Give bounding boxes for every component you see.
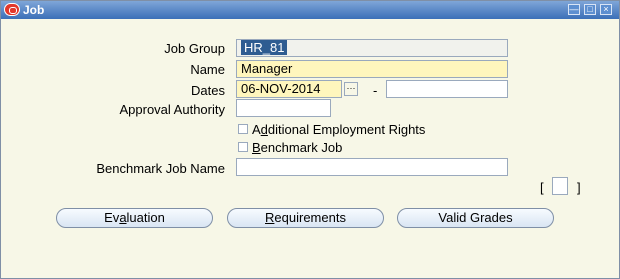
date-from-lov-icon[interactable]: ···: [344, 82, 358, 96]
name-label: Name: [190, 62, 225, 77]
additional-employment-rights-label: Additional Employment Rights: [252, 122, 426, 137]
minimize-icon[interactable]: —: [568, 4, 580, 15]
benchmark-job-checkbox[interactable]: [238, 142, 248, 152]
flex-open-bracket: [: [540, 180, 544, 195]
date-from-field[interactable]: 06-NOV-2014: [236, 80, 342, 98]
oracle-logo-icon: [4, 3, 20, 16]
maximize-icon[interactable]: □: [584, 4, 596, 15]
job-group-label: Job Group: [164, 41, 225, 56]
date-separator: -: [373, 83, 378, 98]
window-title: Job: [23, 3, 45, 17]
title-bar: Job — □ ×: [1, 1, 619, 19]
name-field[interactable]: Manager: [236, 60, 508, 78]
flex-close-bracket: ]: [577, 180, 581, 195]
approval-authority-label: Approval Authority: [119, 102, 225, 117]
close-icon[interactable]: ×: [600, 4, 612, 15]
date-to-field[interactable]: [386, 80, 508, 98]
job-window: Job — □ × Job Group HR_81 Name Manager D…: [0, 0, 620, 279]
benchmark-job-name-field[interactable]: [236, 158, 508, 176]
requirements-button[interactable]: Requirements: [227, 208, 384, 228]
dates-label: Dates: [191, 83, 225, 98]
evaluation-button[interactable]: Evaluation: [56, 208, 213, 228]
valid-grades-button[interactable]: Valid Grades: [397, 208, 554, 228]
benchmark-job-name-label: Benchmark Job Name: [96, 161, 225, 176]
additional-employment-rights-checkbox[interactable]: [238, 124, 248, 134]
benchmark-job-label: Benchmark Job: [252, 140, 343, 155]
job-group-value: HR_81: [241, 40, 288, 55]
descriptive-flexfield[interactable]: [552, 177, 568, 195]
approval-authority-field[interactable]: [236, 99, 331, 117]
job-group-field[interactable]: HR_81: [236, 39, 508, 57]
